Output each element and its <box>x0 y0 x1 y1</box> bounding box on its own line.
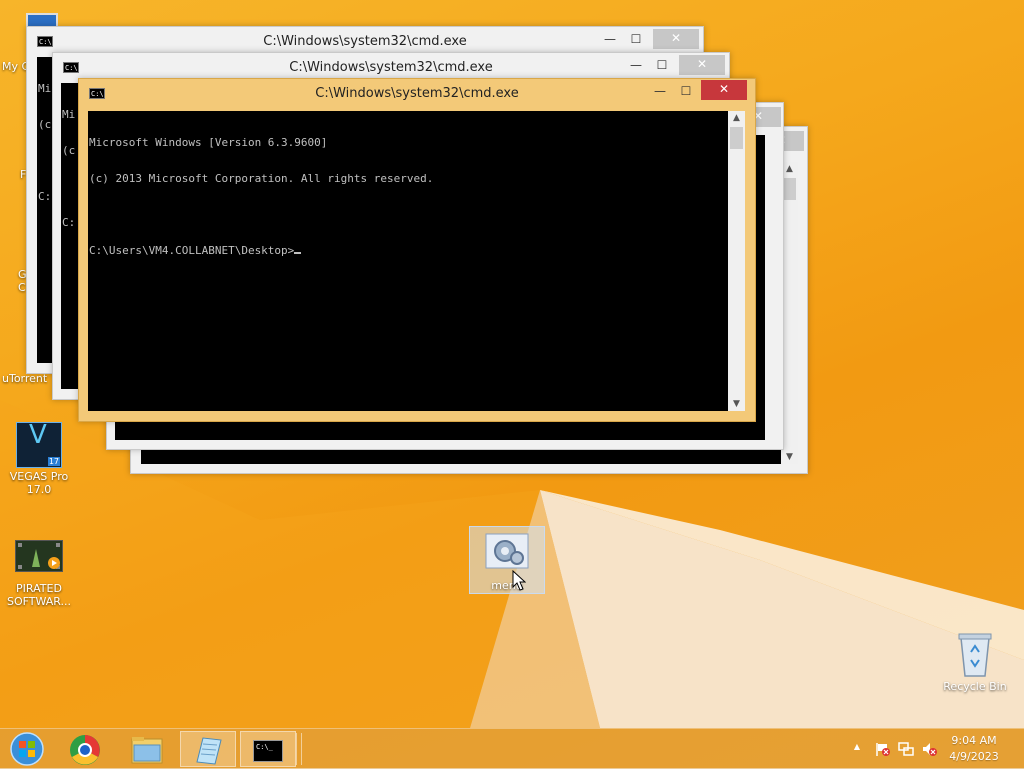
taskbar-cmd-button[interactable]: C:\_ <box>240 731 296 767</box>
volume-muted-icon[interactable] <box>921 741 937 757</box>
close-button[interactable]: ✕ <box>701 80 747 100</box>
show-hidden-icons-button[interactable]: ▲ <box>851 742 863 751</box>
console-line: Microsoft Windows [Version 6.3.9600] <box>89 136 328 149</box>
cmd-taskbar-icon: C:\_ <box>253 740 283 762</box>
desktop-icon-pirated-software[interactable]: PIRATED SOFTWAR... <box>2 540 76 608</box>
scroll-thumb[interactable] <box>783 178 796 200</box>
vegas-letter: V <box>29 420 47 450</box>
desktop-icon-label: Recycle Bin <box>943 680 1007 693</box>
clock-time: 9:04 AM <box>951 734 997 747</box>
maximize-button[interactable]: ☐ <box>649 56 675 76</box>
maximize-button[interactable]: ☐ <box>623 30 649 50</box>
close-button[interactable]: ✕ <box>653 29 699 49</box>
video-file-icon <box>15 540 63 572</box>
scroll-thumb[interactable] <box>730 127 743 149</box>
recycle-bin-icon <box>951 630 999 678</box>
desktop-icon-vegas-pro[interactable]: V 17 VEGAS Pro 17.0 <box>2 422 76 496</box>
minimize-button[interactable]: — <box>623 56 649 76</box>
desktop[interactable]: My C F G C uTorrent V 17 VEGAS Pro 17.0 … <box>0 0 1024 768</box>
desktop-icon-recycle-bin[interactable]: Recycle Bin <box>938 630 1012 693</box>
console-prompt: C:\Users\VM4.COLLABNET\Desktop> <box>89 244 295 257</box>
start-button[interactable] <box>2 731 52 767</box>
taskbar[interactable]: C:\_ ▲ 9:04 AM 4/9/2023 <box>0 728 1024 769</box>
windows-orb-icon <box>10 732 44 766</box>
scroll-up-arrow-icon[interactable]: ▲ <box>728 111 745 125</box>
minimize-button[interactable]: — <box>647 82 673 102</box>
taskbar-notepad-button[interactable] <box>180 731 236 767</box>
cmd-icon-text: C:\_ <box>256 743 273 751</box>
desktop-icon-label: VEGAS Pro 17.0 <box>9 470 69 496</box>
taskbar-clock[interactable]: 9:04 AM 4/9/2023 <box>944 733 1004 765</box>
scroll-down-arrow-icon[interactable]: ▼ <box>781 450 798 464</box>
chrome-icon <box>70 735 100 765</box>
vegas-pro-icon: V 17 <box>16 422 62 468</box>
taskbar-file-explorer-button[interactable] <box>118 731 174 767</box>
desktop-icon-menu[interactable]: menu <box>469 526 545 594</box>
desktop-icon-label: menu <box>491 579 523 592</box>
console-line: (c) 2013 Microsoft Corporation. All righ… <box>89 172 434 185</box>
taskbar-chrome-button[interactable] <box>57 731 113 767</box>
desktop-icon-label: PIRATED SOFTWAR... <box>6 582 72 608</box>
taskbar-cmd-stack-edge <box>296 733 302 765</box>
title-bar[interactable]: C:\ C:\Windows\system32\cmd.exe — ☐ ✕ <box>53 53 729 81</box>
console-output[interactable]: Microsoft Windows [Version 6.3.9600] (c)… <box>88 111 728 411</box>
network-icon[interactable] <box>898 741 914 757</box>
maximize-button[interactable]: ☐ <box>673 82 699 102</box>
mouse-pointer-icon <box>512 570 526 591</box>
cmd-window-active[interactable]: C:\ C:\Windows\system32\cmd.exe — ☐ ✕ Mi… <box>78 78 756 422</box>
scroll-down-arrow-icon[interactable]: ▼ <box>728 397 745 411</box>
settings-gear-icon <box>485 533 529 569</box>
console-prompt-line: C:\Users\VM4.COLLABNET\Desktop> <box>89 245 728 257</box>
vegas-badge: 17 <box>47 457 60 466</box>
folder-icon <box>131 737 163 764</box>
title-bar[interactable]: C:\ C:\Windows\system32\cmd.exe — ☐ ✕ <box>27 27 703 55</box>
notepad-icon <box>196 737 222 765</box>
close-button[interactable]: ✕ <box>679 55 725 75</box>
title-bar[interactable]: C:\ C:\Windows\system32\cmd.exe — ☐ ✕ <box>79 79 755 107</box>
action-center-flag-icon[interactable] <box>874 741 890 757</box>
clock-date: 4/9/2023 <box>949 750 999 763</box>
minimize-button[interactable]: — <box>597 30 623 50</box>
vertical-scrollbar[interactable]: ▲ ▼ <box>728 111 745 411</box>
text-cursor <box>294 252 302 254</box>
